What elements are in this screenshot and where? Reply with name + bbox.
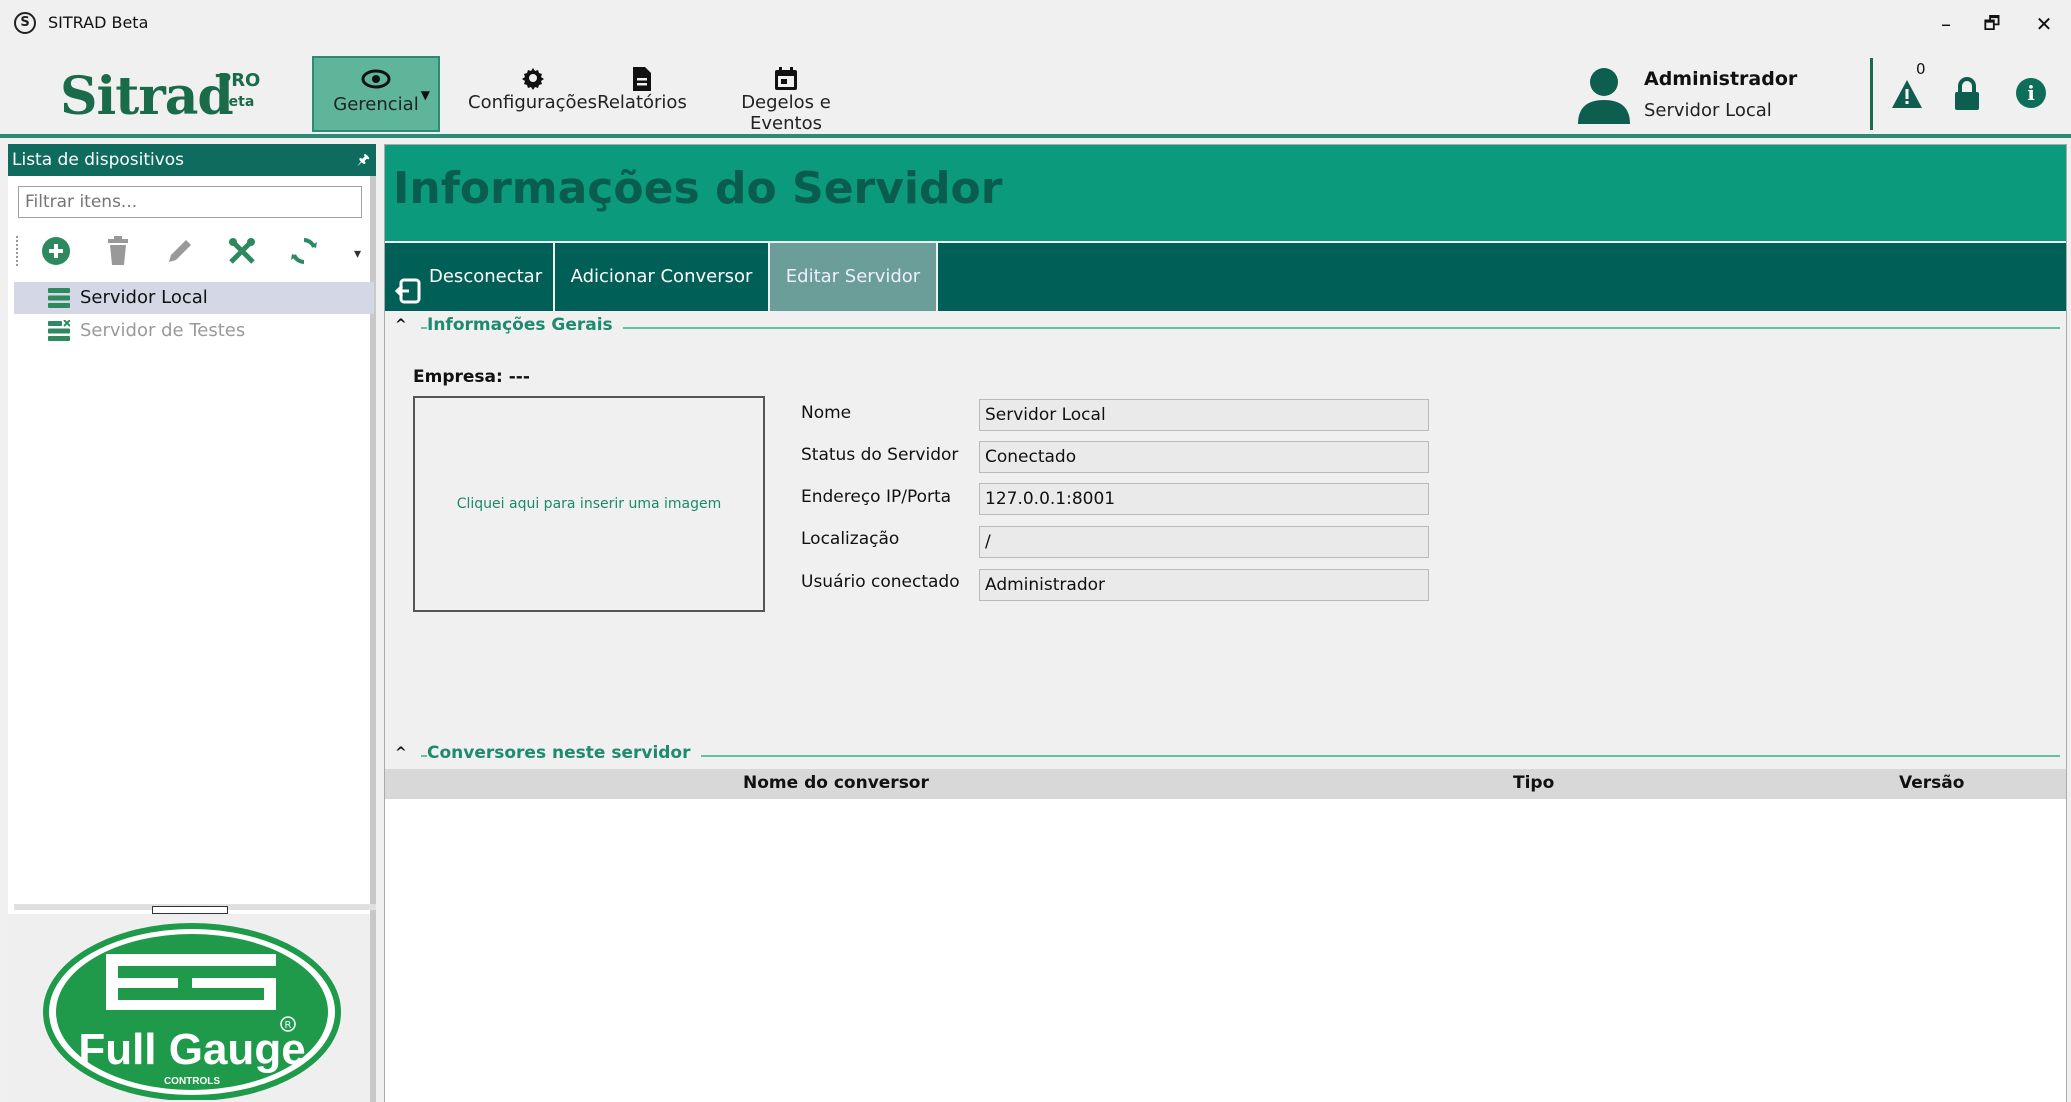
user-avatar-icon [1576, 66, 1632, 124]
section-converters[interactable]: ^ Conversores neste servidor [385, 739, 2066, 771]
tools-icon[interactable] [224, 236, 260, 272]
server-info-panel: Informações do Servidor Desconectar Adic… [384, 144, 2067, 1102]
server-icon [48, 287, 70, 309]
image-upload-box[interactable]: Cliquei aqui para inserir uma imagem [413, 396, 765, 612]
main-toolbar: Sitrad PRO Beta Gerencial ▼ Configuraçõe… [0, 48, 2071, 138]
section-converters-title: Conversores neste servidor [427, 743, 701, 763]
section-divider [421, 327, 2060, 329]
brand-sub: CONTROLS [164, 1076, 220, 1087]
action-tabbar: Desconectar Adicionar Conversor Editar S… [385, 243, 2066, 311]
field-value-status: Conectado [979, 441, 1429, 473]
disconnect-button[interactable]: Desconectar [385, 243, 555, 311]
svg-text:R: R [285, 1020, 292, 1031]
close-button[interactable]: ✕ [2024, 8, 2064, 40]
menu-degelos-eventos[interactable]: Degelos e Eventos [706, 56, 866, 134]
field-label-status: Status do Servidor [801, 445, 959, 465]
menu-relatorios-label: Relatórios [597, 92, 687, 113]
menu-gerencial-label: Gerencial [333, 94, 419, 115]
image-placeholder-text: Cliquei aqui para inserir uma imagem [456, 496, 722, 512]
window-title: SITRAD Beta [48, 13, 149, 32]
pin-icon[interactable]: 🖈 [357, 144, 370, 176]
field-value-endereco: 127.0.0.1:8001 [979, 483, 1429, 515]
splitter-handle[interactable] [152, 906, 228, 914]
add-converter-button[interactable]: Adicionar Conversor [555, 243, 770, 311]
header-divider [1870, 58, 1873, 130]
tree-item-servidor-testes[interactable]: Servidor de Testes [14, 315, 374, 347]
menu-configuracoes[interactable]: Configurações [450, 56, 615, 132]
page-title-bar: Informações do Servidor [385, 145, 2066, 241]
converters-table: Nome do conversor Tipo Versão [385, 769, 2066, 1102]
eye-icon [314, 58, 438, 92]
brand-area: Full Gauge CONTROLS R [8, 914, 370, 1102]
tree-item-label: Servidor Local [80, 287, 208, 308]
field-value-nome: Servidor Local [979, 399, 1429, 431]
logo-pro-label: PRO [218, 70, 261, 91]
field-label-nome: Nome [801, 403, 852, 423]
add-icon[interactable] [38, 236, 74, 272]
column-header-tipo[interactable]: Tipo [1513, 773, 1554, 793]
device-list-title-label: Lista de dispositivos [12, 150, 185, 170]
toolbar-grip[interactable] [16, 236, 22, 266]
menu-relatorios[interactable]: Relatórios [596, 56, 688, 132]
section-general-title: Informações Gerais [427, 315, 623, 335]
section-general-info[interactable]: ^ Informações Gerais [385, 311, 2066, 343]
alert-icon[interactable] [1890, 78, 1924, 110]
tree-item-servidor-local[interactable]: Servidor Local [14, 282, 374, 314]
device-list-panel: Lista de dispositivos 🖈 ▾ Servidor Local… [8, 144, 376, 1102]
chevron-down-icon[interactable]: ▼ [421, 88, 430, 102]
window-titlebar: S SITRAD Beta – 🗗 ✕ [0, 0, 2071, 48]
field-label-endereco: Endereço IP/Porta [801, 487, 952, 507]
server-disconnected-icon [48, 319, 71, 342]
app-icon: S [14, 12, 36, 34]
document-icon [596, 56, 688, 91]
user-name: Administrador [1644, 68, 1798, 90]
minimize-button[interactable]: – [1926, 8, 1966, 40]
filter-input[interactable] [18, 186, 362, 218]
field-value-usuario: Administrador [979, 569, 1429, 601]
column-header-nome[interactable]: Nome do conversor [743, 773, 929, 793]
disconnect-label: Desconectar [429, 266, 543, 287]
company-label: Empresa: --- [413, 367, 530, 387]
menu-degelos-label: Degelos e Eventos [741, 92, 831, 134]
brand-name: Full Gauge [78, 1025, 305, 1074]
alert-count-badge: 0 [1916, 60, 1926, 78]
full-gauge-logo: Full Gauge CONTROLS R [42, 914, 342, 1101]
restore-button[interactable]: 🗗 [1972, 8, 2012, 40]
gear-icon [450, 56, 615, 90]
edit-server-button[interactable]: Editar Servidor [770, 243, 938, 311]
field-label-localizacao: Localização [801, 529, 900, 549]
collapse-chevron-icon[interactable]: ^ [395, 317, 407, 333]
collapse-chevron-icon[interactable]: ^ [395, 745, 407, 761]
toolbar-overflow-icon[interactable]: ▾ [354, 246, 361, 262]
sitrad-logo: Sitrad [60, 66, 234, 127]
logo-beta-label: Beta [218, 94, 255, 110]
page-title: Informações do Servidor [393, 163, 1003, 214]
lock-icon[interactable] [1952, 76, 1982, 112]
field-label-usuario: Usuário conectado [801, 572, 960, 592]
calendar-icon [706, 56, 866, 90]
table-header: Nome do conversor Tipo Versão [385, 769, 2066, 799]
sync-icon[interactable] [286, 236, 322, 272]
logout-icon [394, 265, 421, 304]
menu-configuracoes-label: Configurações [468, 92, 597, 113]
edit-icon[interactable] [162, 236, 198, 272]
info-icon[interactable]: i [2016, 78, 2046, 108]
delete-icon[interactable] [100, 236, 136, 272]
user-server: Servidor Local [1644, 100, 1772, 121]
column-header-versao[interactable]: Versão [1899, 773, 1964, 793]
field-value-localizacao: / [979, 526, 1429, 558]
device-list-title: Lista de dispositivos 🖈 [8, 144, 376, 176]
tree-item-label: Servidor de Testes [80, 320, 246, 341]
menu-gerencial[interactable]: Gerencial ▼ [312, 56, 440, 132]
